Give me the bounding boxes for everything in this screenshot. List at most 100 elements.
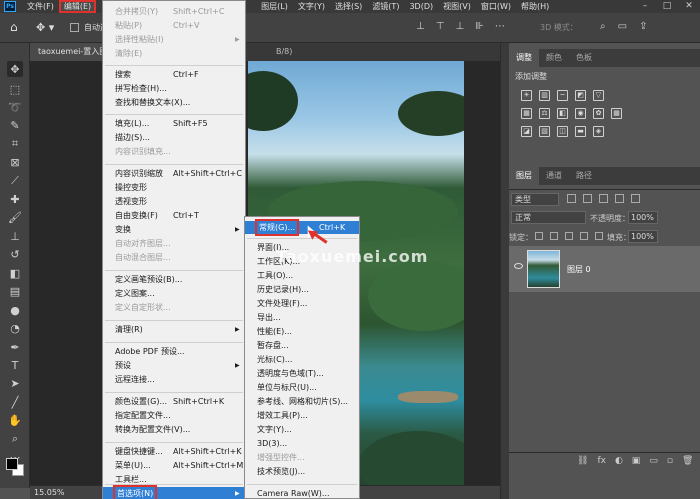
prefs-menu-item-10[interactable]: 透明度与色域(T)... (245, 367, 359, 380)
levels-icon[interactable]: ▥ (539, 90, 550, 101)
prefs-menu-item-7[interactable]: 性能(E)... (245, 325, 359, 338)
posterize-icon[interactable]: ▧ (539, 126, 550, 137)
edit-menu-item-24[interactable]: 颜色设置(G)... Shift+Ctrl+K (103, 395, 245, 408)
pen-tool-icon[interactable]: ✒ (7, 339, 23, 355)
quick-select-tool-icon[interactable]: ✎ (7, 117, 23, 133)
edit-menu-item-19[interactable]: 定义自定形状... (103, 301, 245, 314)
prefs-menu-item-8[interactable]: 暂存盘... (245, 339, 359, 352)
prefs-menu-item-0[interactable]: 常规(G)... Ctrl+K (245, 219, 359, 236)
edit-menu-item-15[interactable]: 自动对齐图层... (103, 237, 245, 250)
move-tool-icon[interactable]: ✥ (7, 61, 23, 77)
menu-window[interactable]: 窗口(W) (476, 0, 516, 13)
hue-saturation-icon[interactable]: ▦ (521, 108, 532, 119)
path-selection-tool-icon[interactable]: ➤ (7, 375, 23, 391)
exposure-icon[interactable]: ◩ (575, 90, 586, 101)
distribute-icon[interactable]: ⊪ (475, 21, 484, 32)
frame-tool-icon[interactable]: ⊠ (7, 154, 23, 170)
align-center-icon[interactable]: ⊤ (436, 21, 445, 32)
zoom-level[interactable]: 15.05% (34, 488, 65, 497)
edit-menu-item-18[interactable]: 定义图案... (103, 287, 245, 300)
edit-menu-item-14[interactable]: 变换 ▶ (103, 223, 245, 236)
edit-menu-item-11[interactable]: 操控变形 (103, 181, 245, 194)
prefs-menu-item-4[interactable]: 历史记录(H)... (245, 283, 359, 296)
menu-layer[interactable]: 图层(L) (256, 0, 293, 13)
brush-tool-icon[interactable]: 🖌 (7, 209, 23, 225)
auto-select-checkbox[interactable] (70, 23, 79, 32)
lock-transparent-icon[interactable] (535, 232, 543, 240)
smart-object-filter-icon[interactable] (631, 194, 640, 203)
menu-type[interactable]: 文字(Y) (293, 0, 330, 13)
edit-menu-item-17[interactable]: 定义画笔预设(B)... (103, 273, 245, 286)
edit-menu-item-21[interactable]: Adobe PDF 预设... (103, 345, 245, 358)
edit-menu-item-23[interactable]: 远程连接... (103, 373, 245, 386)
share-icon[interactable]: ⇪ (639, 21, 647, 32)
prefs-menu-item-17[interactable]: 技术预览(J)... (245, 465, 359, 478)
tab-layers[interactable]: 图层 (509, 167, 539, 185)
clone-stamp-tool-icon[interactable]: ⊥ (7, 228, 23, 244)
pixel-filter-icon[interactable] (567, 194, 576, 203)
eyedropper-tool-icon[interactable]: ⟋ (7, 173, 23, 189)
color-lookup-icon[interactable]: ▦ (611, 108, 622, 119)
marquee-tool-icon[interactable]: ⬚ (7, 81, 23, 97)
crop-tool-icon[interactable]: ⌗ (7, 136, 23, 152)
prefs-menu-item-15[interactable]: 3D(3)... (245, 437, 359, 450)
edit-menu-item-7[interactable]: 填充(L)... Shift+F5 (103, 117, 245, 130)
menu-file[interactable]: 文件(F) (22, 0, 59, 13)
hand-tool-icon[interactable]: ✋ (7, 412, 23, 428)
menu-view[interactable]: 视图(V) (438, 0, 476, 13)
new-fill-layer-icon[interactable]: ▣ (632, 456, 641, 466)
layer-name[interactable]: 图层 0 (567, 264, 591, 275)
type-tool-icon[interactable]: T (7, 357, 23, 373)
adjustment-filter-icon[interactable] (583, 194, 592, 203)
new-group-icon[interactable]: ▭ (649, 456, 658, 466)
edit-menu-item-0[interactable]: 合并拷贝(Y) Shift+Ctrl+C (103, 5, 245, 18)
threshold-icon[interactable]: ◫ (557, 126, 568, 137)
tab-paths[interactable]: 路径 (569, 167, 599, 185)
edit-menu-item-8[interactable]: 描边(S)... (103, 131, 245, 144)
link-layers-icon[interactable]: ⛓ (577, 456, 588, 466)
layer-mask-icon[interactable]: ◐ (615, 456, 623, 466)
fx-icon[interactable]: fx (597, 456, 606, 466)
edit-menu-item-5[interactable]: 拼写检查(H)... (103, 82, 245, 95)
edit-menu-item-25[interactable]: 指定配置文件... (103, 409, 245, 422)
edit-menu-item-10[interactable]: 内容识别缩放 Alt+Shift+Ctrl+C (103, 167, 245, 180)
minimize-icon[interactable]: – (634, 0, 656, 13)
edit-menu-item-12[interactable]: 透视变形 (103, 195, 245, 208)
lock-brush-icon[interactable] (550, 232, 558, 240)
align-left-icon[interactable]: ⊥ (416, 21, 425, 32)
edit-menu-item-13[interactable]: 自由变换(F) Ctrl+T (103, 209, 245, 222)
layer-row[interactable]: 图层 0 (509, 246, 700, 292)
invert-icon[interactable]: ◪ (521, 126, 532, 137)
eraser-tool-icon[interactable]: ◧ (7, 265, 23, 281)
black-white-icon[interactable]: ◧ (557, 108, 568, 119)
edit-menu-item-22[interactable]: 预设 ▶ (103, 359, 245, 372)
move-tool-options-icon[interactable]: ✥ ▾ (36, 21, 54, 34)
tab-color[interactable]: 颜色 (539, 49, 569, 67)
gradient-tool-icon[interactable]: ▤ (7, 283, 23, 299)
prefs-menu-item-5[interactable]: 文件处理(F)... (245, 297, 359, 310)
edit-menu-item-30[interactable]: 首选项(N) ▶ (103, 485, 245, 499)
prefs-menu-item-3[interactable]: 工具(O)... (245, 269, 359, 282)
selective-color-icon[interactable]: ◈ (593, 126, 604, 137)
menu-edit[interactable]: 编辑(E) (58, 0, 97, 13)
prefs-menu-item-14[interactable]: 文字(Y)... (245, 423, 359, 436)
photo-filter-icon[interactable]: ◉ (575, 108, 586, 119)
dodge-tool-icon[interactable]: ◔ (7, 320, 23, 336)
visibility-eye-icon[interactable] (514, 263, 523, 269)
tab-channels[interactable]: 通道 (539, 167, 569, 185)
tab-adjustments[interactable]: 调整 (509, 49, 539, 67)
lock-artboard-icon[interactable] (580, 232, 588, 240)
menu-help[interactable]: 帮助(H) (516, 0, 554, 13)
distribute-2-icon[interactable]: ⋯ (495, 21, 505, 32)
edit-menu-item-1[interactable]: 粘贴(P) Ctrl+V (103, 19, 245, 32)
edit-menu-item-3[interactable]: 清除(E) (103, 47, 245, 60)
search-icon[interactable]: ⌕ (600, 21, 606, 32)
history-brush-tool-icon[interactable]: ↺ (7, 246, 23, 262)
blend-mode-select[interactable]: 正常 (511, 211, 586, 224)
tab-swatches[interactable]: 色板 (569, 49, 599, 67)
home-icon[interactable]: ⌂ (10, 21, 24, 34)
prefs-menu-item-6[interactable]: 导出... (245, 311, 359, 324)
curves-icon[interactable]: ~ (557, 90, 568, 101)
close-icon[interactable]: ✕ (678, 0, 700, 13)
edit-menu-item-2[interactable]: 选择性粘贴(I) ▶ (103, 33, 245, 46)
